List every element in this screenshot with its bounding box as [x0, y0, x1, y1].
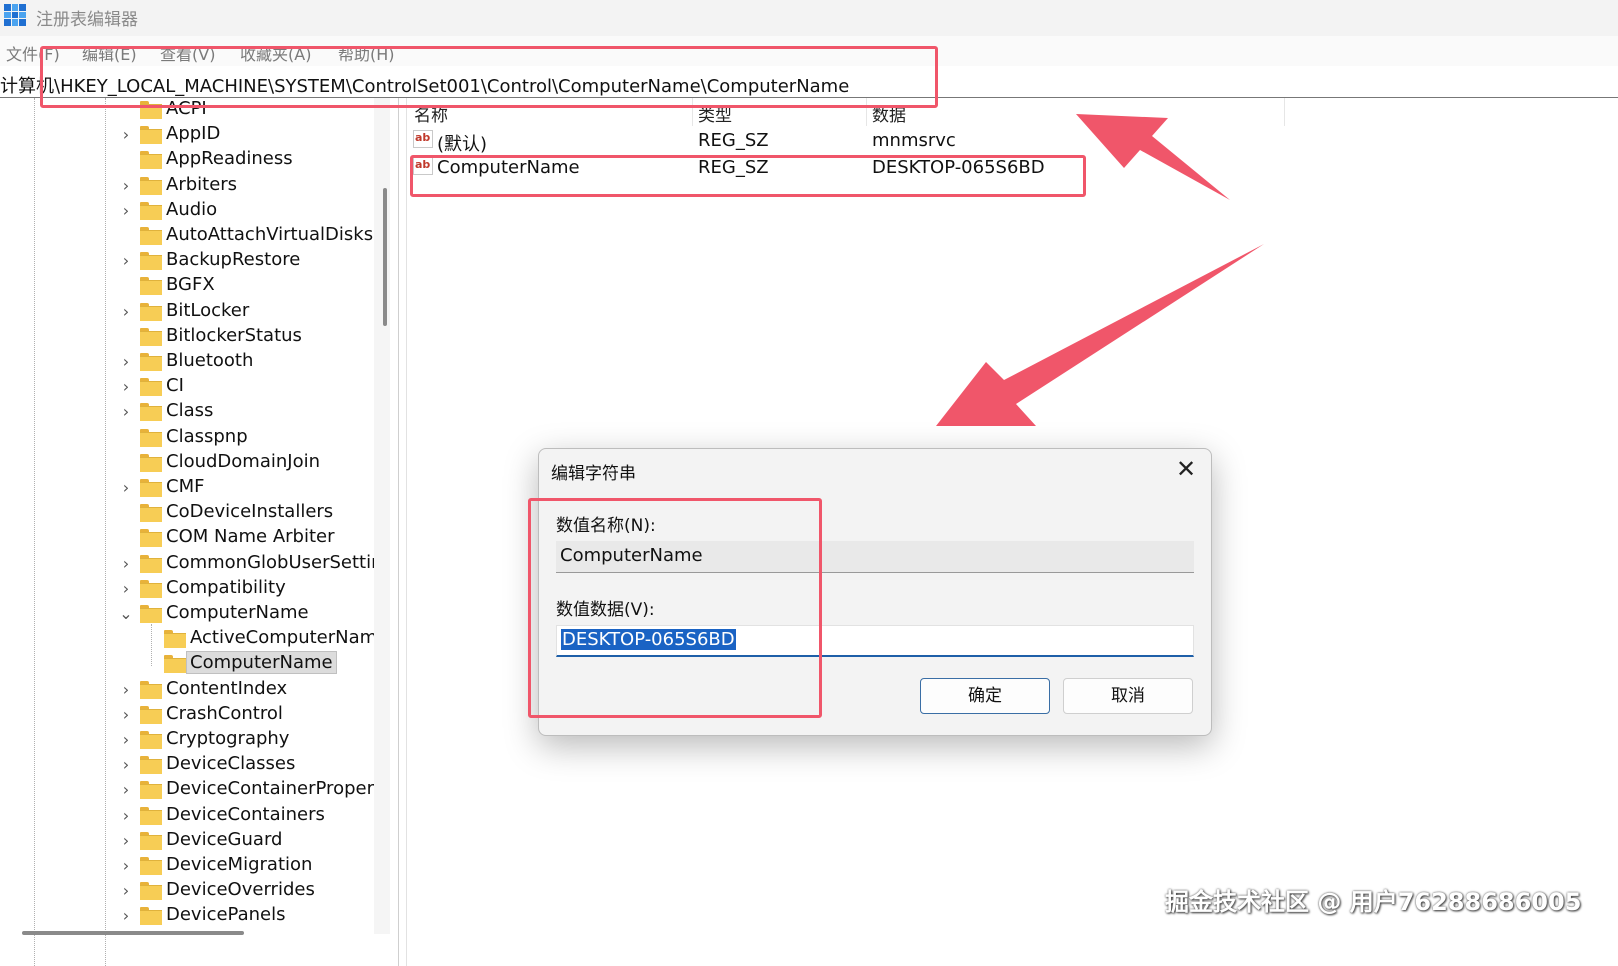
cancel-button[interactable]: 取消 [1063, 678, 1193, 714]
annotation-dialog-box [528, 498, 822, 718]
ok-button[interactable]: 确定 [920, 678, 1050, 714]
watermark-text: 掘金技术社区 @ 用户76288686005 [1165, 888, 1582, 916]
annotation-arrow-up [1076, 114, 1230, 200]
close-icon[interactable]: ✕ [1172, 453, 1200, 485]
dialog-title: 编辑字符串 [551, 464, 636, 484]
annotation-arrow-down [936, 244, 1264, 426]
